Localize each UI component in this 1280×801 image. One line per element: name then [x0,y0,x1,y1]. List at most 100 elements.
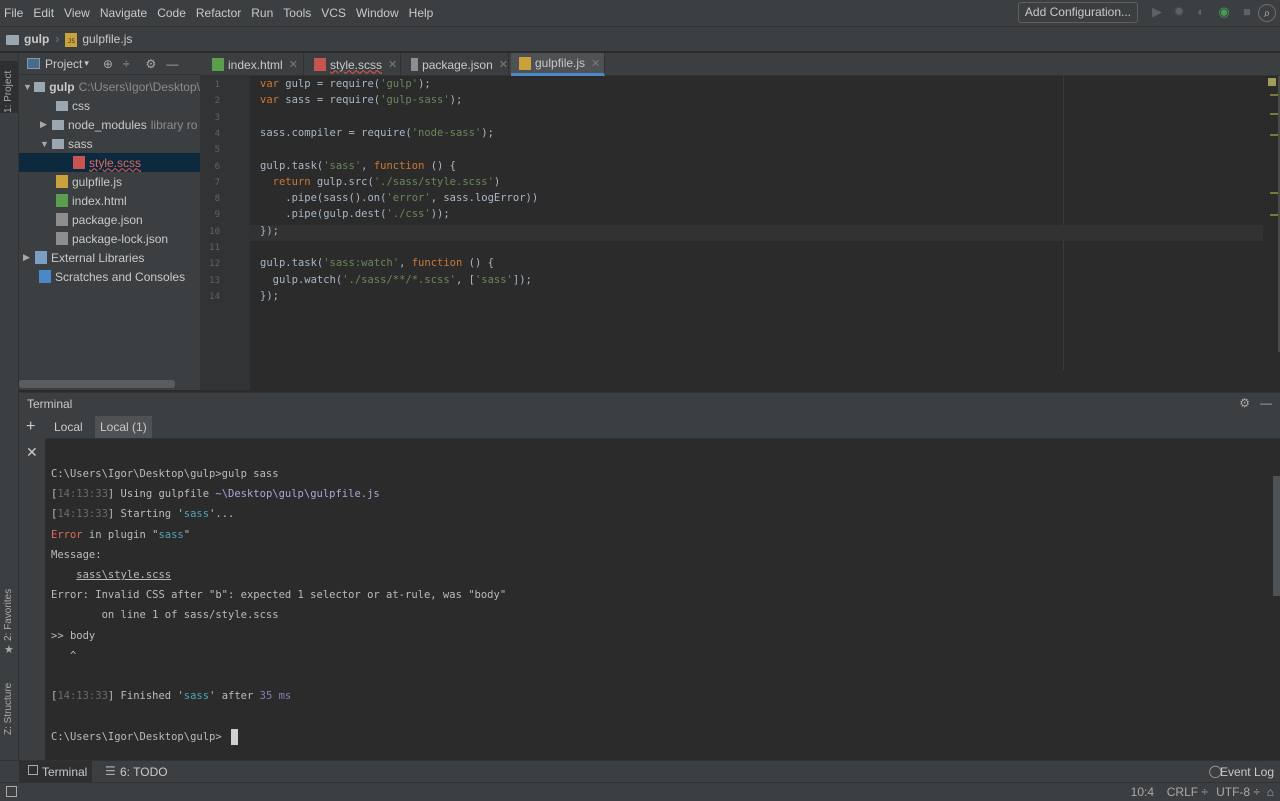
menu-view[interactable]: View [64,6,90,20]
close-tab-icon[interactable]: ✕ [388,58,397,71]
code-line[interactable]: gulp.task('sass', function () { [260,160,456,172]
terminal-tool-tab[interactable]: Terminal [42,765,87,779]
caret-position[interactable]: 10:4 [1131,785,1154,799]
tree-item[interactable]: ▼ sass [19,134,200,153]
code-line[interactable]: sass.compiler = require('node-sass'); [260,127,494,139]
terminal-line: Error in plugin "sass" [51,528,191,541]
terminal-cursor [231,728,238,745]
tree-item[interactable]: index.html [19,191,200,210]
code-line[interactable]: .pipe(sass().on('error', sass.logError)) [260,192,538,204]
editor-tab[interactable]: gulpfile.js ✕ [511,53,605,76]
tree-item[interactable]: package-lock.json [19,229,200,248]
code-editor[interactable]: 1 2 3 4 5 6 7 8 9 10 11 12 13 14 var gulp = require('… [200,76,1280,390]
line-separator[interactable]: CRLF ÷ [1167,785,1208,799]
collapse-all-icon[interactable]: ÷ [123,57,130,71]
todo-tool-tab[interactable]: 6: TODO [120,765,168,779]
tree-item-label: Scratches and Consoles [55,269,186,284]
tree-item-label: style.scss [89,155,142,170]
menu-navigate[interactable]: Navigate [100,6,147,20]
project-panel-title[interactable]: Project [45,57,82,71]
terminal-scrollbar[interactable] [1273,476,1280,596]
debug-icon[interactable]: ✹ [1172,5,1186,19]
editor-tab[interactable]: package.json ✕ [403,53,509,76]
tree-item[interactable]: gulpfile.js [19,172,200,191]
structure-tool-label[interactable]: Z: Structure [3,683,14,735]
line-number: 12 [209,259,220,270]
status-bar: 10:4 CRLF ÷ UTF-8 ÷ ⌂ [0,782,1280,801]
editor-tab[interactable]: style.scss ✕ [306,53,401,76]
code-line[interactable]: .pipe(gulp.dest('./css')); [260,208,449,220]
menu-refactor[interactable]: Refactor [196,6,241,20]
dropdown-arrow-icon[interactable]: ▾ [84,58,89,69]
line-number: 4 [214,128,220,139]
run-icon[interactable]: ▶ [1150,5,1164,19]
hide-panel-icon[interactable]: — [1260,396,1272,410]
line-number: 8 [214,194,220,205]
code-line[interactable]: var gulp = require('gulp'); [260,78,431,90]
code-line[interactable]: gulp.task('sass:watch', function () { [260,257,494,269]
lock-icon[interactable]: ⌂ [1267,785,1274,799]
terminal-tab-local[interactable]: Local [49,416,88,438]
tree-item[interactable]: ▶ External Libraries [19,248,200,267]
toggle-tool-windows-icon[interactable] [6,786,17,797]
tree-item[interactable]: ▶ node_modules library ro [19,115,200,134]
profiler-icon[interactable]: ◉ [1217,5,1231,19]
hide-panel-icon[interactable]: — [166,57,178,71]
menu-window[interactable]: Window [356,6,399,20]
error-stripe[interactable] [1264,76,1280,390]
tree-item[interactable]: style.scss [19,153,200,172]
gear-icon[interactable]: ⚙ [1239,396,1250,410]
terminal-title: Terminal [27,396,73,411]
close-tab-icon[interactable]: ✕ [499,58,508,71]
left-tool-strip: 1: Project 2: Favorites ★ Z: Structure [0,53,19,760]
gear-icon[interactable]: ⚙ [146,57,157,71]
tree-item[interactable]: css [19,96,200,115]
code-line[interactable]: }); [260,290,279,302]
tree-item[interactable]: package.json [19,210,200,229]
menu-code[interactable]: Code [157,6,186,20]
inspection-status-icon[interactable] [1268,78,1276,86]
code-line[interactable]: gulp.watch('./sass/**/*.scss', ['sass'])… [260,274,532,286]
menu-vcs[interactable]: VCS [321,6,346,20]
project-tool-label[interactable]: 1: Project [3,71,14,113]
terminal-tab-local-1[interactable]: Local (1) [95,416,152,438]
search-everywhere-icon[interactable]: ⌕ [1258,4,1276,22]
tree-item[interactable]: ▼ gulp C:\Users\Igor\Desktop\ [19,77,200,96]
terminal-line: Message: [51,548,102,561]
code-line[interactable]: return gulp.src('./sass/style.scss') [260,176,501,188]
breadcrumb-project[interactable]: gulp [6,32,49,46]
close-tab-icon[interactable]: ✕ [289,58,298,71]
menu-edit[interactable]: Edit [33,6,54,20]
add-configuration-button[interactable]: Add Configuration... [1017,2,1138,23]
close-session-icon[interactable]: ✕ [26,444,38,461]
close-tab-icon[interactable]: ✕ [591,57,600,70]
coverage-icon[interactable]: ◐ [1194,5,1208,19]
editor-tab[interactable]: index.html ✕ [204,53,304,76]
code-line[interactable]: }); [260,225,279,237]
line-number: 13 [209,275,220,286]
collapsed-arrow-icon[interactable]: ▶ [23,252,35,263]
tree-item-label: gulpfile.js [72,174,123,189]
menu-file[interactable]: File [4,6,23,20]
tree-item-label: External Libraries [51,250,145,265]
menu-tools[interactable]: Tools [283,6,311,20]
terminal-line: [14:13:33] Starting 'sass'... [51,508,235,521]
folder-icon [6,35,19,45]
code-line[interactable]: var sass = require('gulp-sass'); [260,94,462,106]
menu-run[interactable]: Run [251,6,273,20]
file-encoding[interactable]: UTF-8 ÷ [1216,785,1260,799]
favorites-tool-label[interactable]: 2: Favorites [3,589,14,641]
horizontal-scrollbar[interactable] [19,380,175,388]
expanded-arrow-icon[interactable]: ▼ [40,139,52,149]
menu-help[interactable]: Help [409,6,434,20]
tree-item[interactable]: Scratches and Consoles [19,267,200,286]
terminal-output[interactable]: C:\Users\Igor\Desktop\gulp>gulp sass [14:… [45,440,1280,760]
new-session-icon[interactable]: + [26,418,35,436]
breadcrumb-file[interactable]: JS gulpfile.js [65,32,132,47]
locate-icon[interactable]: ⊕ [103,57,113,71]
scratch-icon [39,270,51,283]
expanded-arrow-icon[interactable]: ▼ [23,82,34,92]
stop-icon[interactable]: ■ [1240,5,1254,19]
event-log-tab[interactable]: Event Log [1220,765,1274,779]
collapsed-arrow-icon[interactable]: ▶ [40,119,52,130]
